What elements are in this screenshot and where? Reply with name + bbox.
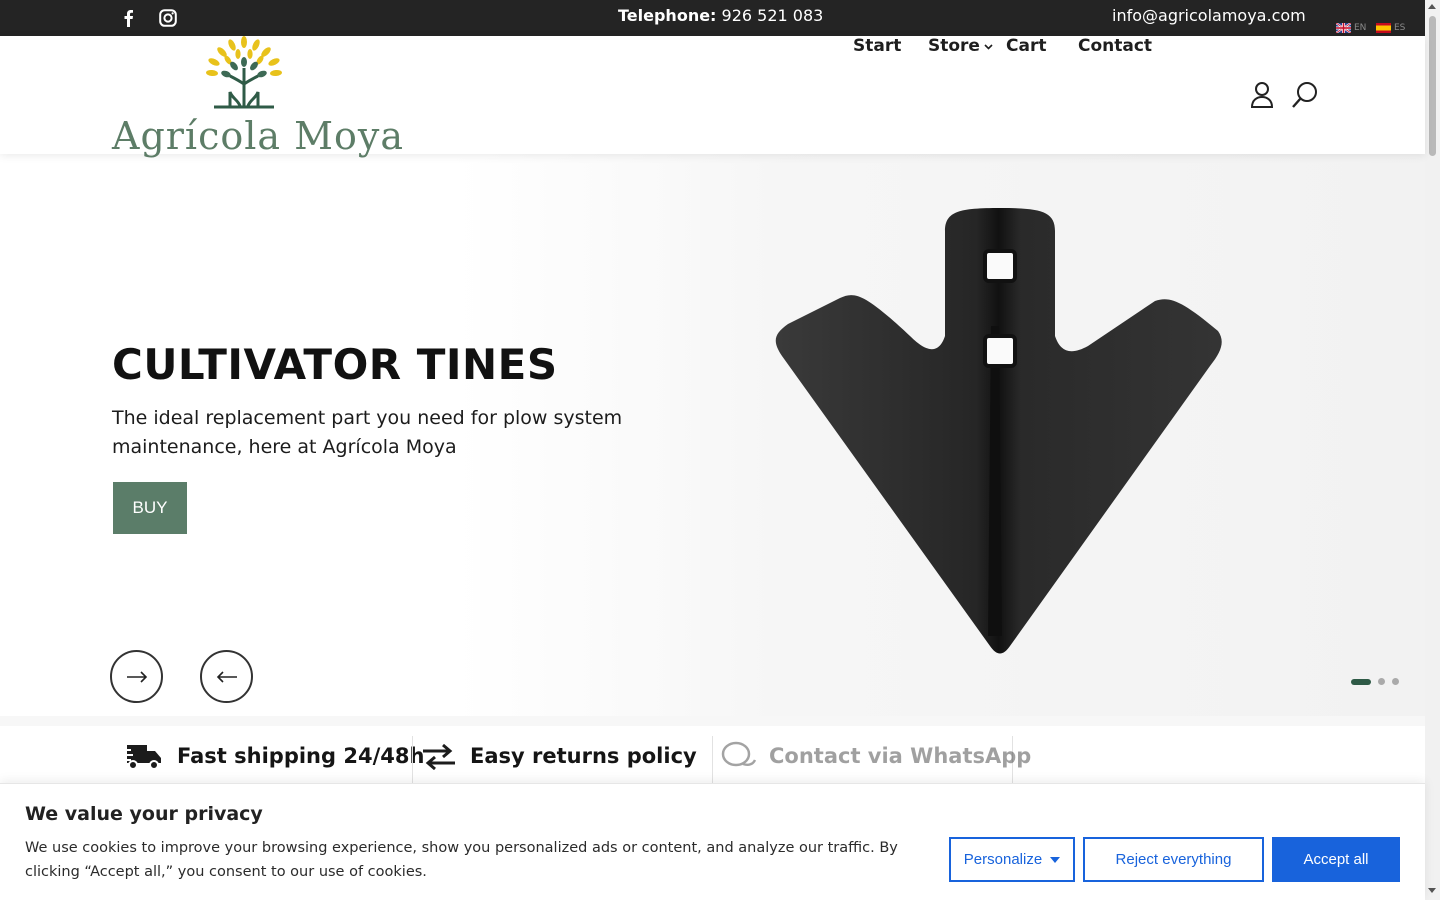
cultivator-tine-image	[775, 208, 1222, 654]
scrollbar-thumb[interactable]	[1429, 16, 1436, 156]
language-es-label: ES	[1394, 23, 1406, 33]
personalize-label: Personalize	[963, 851, 1043, 868]
page-scrollbar[interactable]	[1425, 0, 1440, 900]
delivery-truck-icon	[121, 745, 161, 770]
feature-whatsapp-label: Contact via WhatsApp	[769, 744, 1032, 768]
nav-contact[interactable]: Contact	[1078, 36, 1152, 56]
personalize-button[interactable]: Personalize	[949, 837, 1075, 882]
cookie-text: We use cookies to improve your browsing …	[25, 840, 898, 880]
site-logo[interactable]: Agrícola Moya	[112, 36, 403, 158]
top-bar: Telephone: 926 521 083 info@agricolamoya…	[0, 0, 1425, 36]
brand-name: Agrícola Moya	[112, 114, 405, 158]
nav-cart[interactable]: Cart	[1006, 36, 1046, 56]
slider-pagination	[1351, 678, 1399, 685]
search-icon[interactable]	[1291, 81, 1319, 109]
slider-prev-button[interactable]	[200, 650, 253, 703]
feature-divider	[412, 736, 413, 786]
slider-dot-1[interactable]	[1351, 678, 1371, 685]
nav-store[interactable]: Store	[928, 36, 993, 56]
cookie-banner: We value your privacy We use cookies to …	[0, 783, 1425, 900]
telephone-info: Telephone: 926 521 083	[618, 6, 823, 25]
language-en-label: EN	[1354, 23, 1367, 33]
exchange-arrows-icon	[423, 743, 455, 770]
telephone-number[interactable]: 926 521 083	[722, 6, 824, 25]
arrow-left-icon	[216, 670, 237, 683]
feature-returns-label: Easy returns policy	[470, 744, 697, 768]
facebook-icon[interactable]	[118, 8, 138, 28]
accept-all-button[interactable]: Accept all	[1272, 837, 1400, 882]
instagram-icon[interactable]	[158, 8, 178, 28]
user-icon[interactable]	[1249, 81, 1277, 109]
email-link[interactable]: info@agricolamoya.com	[1112, 6, 1306, 25]
telephone-label: Telephone:	[618, 6, 717, 25]
slider-next-button[interactable]	[110, 650, 163, 703]
feature-divider	[712, 736, 713, 786]
language-es[interactable]: ES	[1376, 23, 1405, 33]
features-strip: Fast shipping 24/48h Easy returns policy…	[0, 716, 1425, 786]
scroll-down-icon[interactable]	[1428, 888, 1436, 893]
language-en[interactable]: EN	[1335, 22, 1367, 34]
site-header: Agrícola Moya Start Store Cart Contact	[0, 36, 1425, 158]
tree-logo-icon	[206, 36, 282, 109]
caret-down-icon	[1050, 856, 1061, 863]
arrow-right-icon	[126, 670, 147, 683]
nav-store-label: Store	[928, 36, 980, 56]
features-inner: Fast shipping 24/48h Easy returns policy…	[0, 726, 1425, 786]
hero-subtitle: The ideal replacement part you need for …	[112, 407, 623, 458]
chevron-down-icon	[984, 40, 993, 53]
reject-all-button[interactable]: Reject everything	[1083, 837, 1264, 882]
feature-shipping-label: Fast shipping 24/48h	[177, 744, 425, 768]
hero-slider: CULTIVATOR TINES The ideal replacement p…	[0, 154, 1425, 716]
cookie-title: We value your privacy	[25, 803, 263, 825]
nav-start[interactable]: Start	[853, 36, 901, 56]
buy-button[interactable]: BUY	[113, 482, 187, 534]
feature-whatsapp[interactable]: Contact via WhatsApp	[721, 726, 1031, 786]
scroll-up-icon[interactable]	[1428, 4, 1436, 9]
hero-title: CULTIVATOR TINES	[112, 340, 558, 389]
chat-bubbles-icon	[721, 741, 757, 767]
slider-dot-3[interactable]	[1392, 678, 1399, 685]
slider-dot-2[interactable]	[1378, 678, 1385, 685]
feature-returns: Easy returns policy	[421, 726, 697, 786]
uk-flag-icon	[1335, 22, 1352, 34]
feature-shipping: Fast shipping 24/48h	[121, 726, 424, 786]
spain-flag-icon	[1376, 23, 1391, 33]
